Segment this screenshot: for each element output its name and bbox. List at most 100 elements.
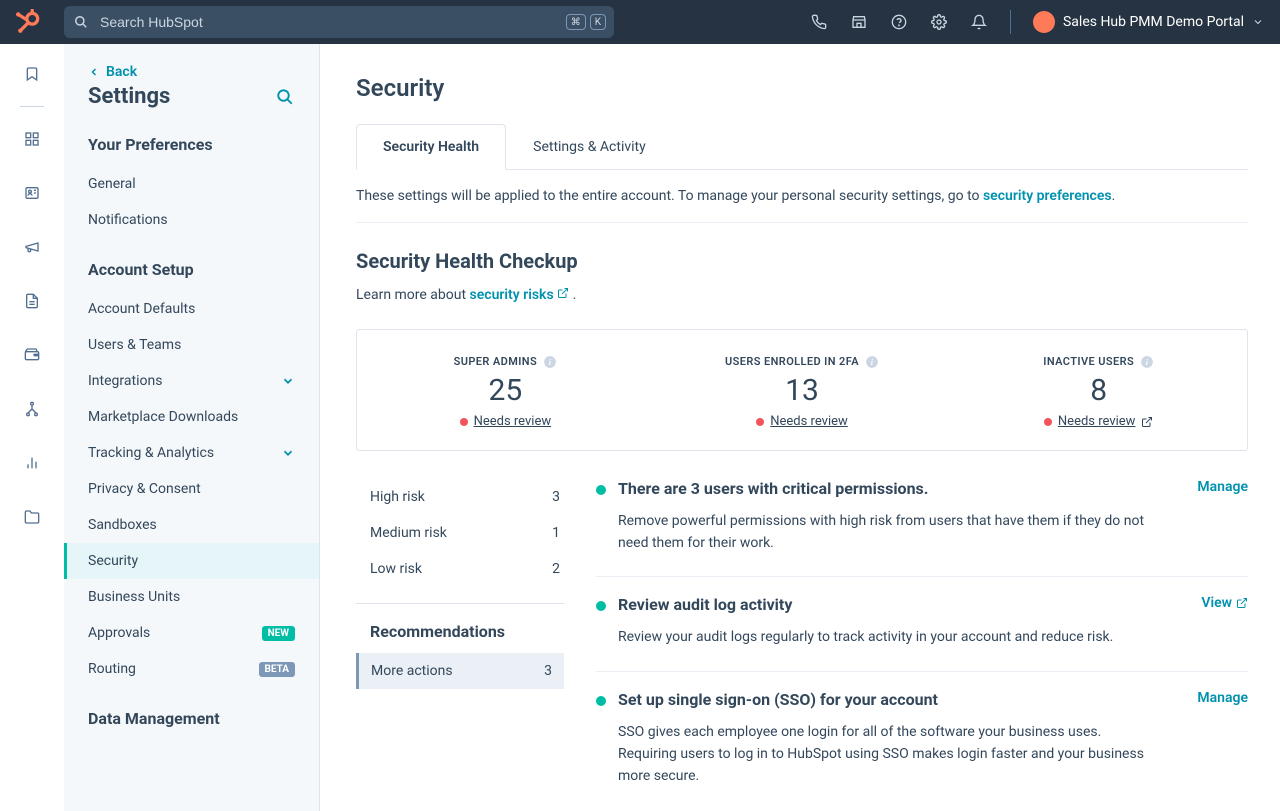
risk-medium[interactable]: Medium risk1 xyxy=(356,515,564,551)
info-icon[interactable]: i xyxy=(1140,355,1154,369)
warning-dot-icon xyxy=(756,418,764,426)
hubspot-logo[interactable] xyxy=(12,5,46,39)
issue-desc: SSO gives each employee one login for al… xyxy=(618,721,1158,788)
external-link-icon xyxy=(557,287,569,299)
chevron-down-icon xyxy=(281,374,295,388)
section-data-management: Data Management xyxy=(64,709,319,740)
manage-link[interactable]: Manage xyxy=(1197,479,1248,495)
checkup-title: Security Health Checkup xyxy=(356,249,1248,273)
settings-search-icon[interactable] xyxy=(275,87,295,107)
main-content: Security Security Health Settings & Acti… xyxy=(320,44,1280,811)
bell-icon[interactable] xyxy=(970,13,988,31)
contacts-icon[interactable] xyxy=(22,183,42,203)
issue-item: Review audit log activity View Review yo… xyxy=(596,595,1248,671)
account-name: Sales Hub PMM Demo Portal xyxy=(1063,14,1244,30)
nav-notifications[interactable]: Notifications xyxy=(64,202,319,238)
grid-icon[interactable] xyxy=(22,129,42,149)
stat-2fa: USERS ENROLLED IN 2FAi 13 Needs review xyxy=(654,350,951,430)
nav-general[interactable]: General xyxy=(64,166,319,202)
issue-item: Set up single sign-on (SSO) for your acc… xyxy=(596,690,1248,810)
megaphone-icon[interactable] xyxy=(22,237,42,257)
issue-desc: Remove powerful permissions with high ri… xyxy=(618,510,1158,555)
gear-icon[interactable] xyxy=(930,13,948,31)
account-switcher[interactable]: Sales Hub PMM Demo Portal xyxy=(1033,11,1264,33)
nav-marketplace-downloads[interactable]: Marketplace Downloads xyxy=(64,399,319,435)
nav-privacy-consent[interactable]: Privacy & Consent xyxy=(64,471,319,507)
nav-sandboxes[interactable]: Sandboxes xyxy=(64,507,319,543)
issue-desc: Review your audit logs regularly to trac… xyxy=(618,626,1158,648)
nav-approvals[interactable]: Approvals NEW xyxy=(64,615,319,651)
nav-routing[interactable]: Routing BETA xyxy=(64,651,319,687)
risk-column: High risk3 Medium risk1 Low risk2 Recomm… xyxy=(356,479,564,811)
nav-business-units[interactable]: Business Units xyxy=(64,579,319,615)
nav-tracking-analytics[interactable]: Tracking & Analytics xyxy=(64,435,319,471)
tab-security-health[interactable]: Security Health xyxy=(356,124,506,170)
section-preferences: Your Preferences xyxy=(64,135,319,166)
badge-beta: BETA xyxy=(259,662,296,677)
badge-new: NEW xyxy=(262,626,295,641)
info-icon[interactable]: i xyxy=(543,355,557,369)
recommendations-label: Recommendations xyxy=(356,622,564,641)
stat-value: 8 xyxy=(950,373,1247,408)
external-link-icon xyxy=(1141,416,1153,428)
nav-integrations[interactable]: Integrations xyxy=(64,363,319,399)
stat-inactive: INACTIVE USERSi 8 Needs review xyxy=(950,350,1247,430)
divider xyxy=(356,603,564,604)
tree-icon[interactable] xyxy=(22,399,42,419)
search-input[interactable] xyxy=(64,6,614,38)
info-icon[interactable]: i xyxy=(865,355,879,369)
more-actions[interactable]: More actions3 xyxy=(356,653,564,689)
manage-link[interactable]: Manage xyxy=(1197,690,1248,706)
security-preferences-link[interactable]: security preferences xyxy=(983,188,1112,204)
folder-icon[interactable] xyxy=(22,507,42,527)
status-dot-icon xyxy=(596,601,606,611)
avatar xyxy=(1033,11,1055,33)
needs-review-link[interactable]: Needs review xyxy=(474,414,552,429)
settings-title: Settings xyxy=(88,84,170,109)
left-rail xyxy=(0,44,64,811)
back-label: Back xyxy=(106,64,137,80)
bookmark-icon[interactable] xyxy=(22,64,42,84)
tab-settings-activity[interactable]: Settings & Activity xyxy=(506,124,673,169)
stat-value: 13 xyxy=(654,373,951,408)
chevron-down-icon xyxy=(1252,16,1264,28)
help-icon[interactable] xyxy=(890,13,908,31)
document-icon[interactable] xyxy=(22,291,42,311)
risk-low[interactable]: Low risk2 xyxy=(356,551,564,587)
issue-title: Set up single sign-on (SSO) for your acc… xyxy=(618,690,938,709)
rail-divider xyxy=(20,106,44,107)
issue-title: Review audit log activity xyxy=(618,595,792,614)
search-icon xyxy=(74,15,88,29)
risk-high[interactable]: High risk3 xyxy=(356,479,564,515)
learn-more: Learn more about security risks . xyxy=(356,287,1248,303)
nav-security[interactable]: Security xyxy=(64,543,319,579)
intro-text: These settings will be applied to the en… xyxy=(356,170,1248,223)
kbd-k: K xyxy=(590,14,606,30)
topbar-divider xyxy=(1010,10,1011,34)
tabs: Security Health Settings & Activity xyxy=(356,124,1248,170)
back-link[interactable]: Back xyxy=(64,64,319,84)
issue-item: There are 3 users with critical permissi… xyxy=(596,479,1248,578)
phone-icon[interactable] xyxy=(810,13,828,31)
topbar-right: Sales Hub PMM Demo Portal xyxy=(810,10,1268,34)
chevron-left-icon xyxy=(88,66,100,78)
chevron-down-icon xyxy=(281,446,295,460)
kbd-cmd: ⌘ xyxy=(566,14,586,30)
nav-users-teams[interactable]: Users & Teams xyxy=(64,327,319,363)
status-dot-icon xyxy=(596,696,606,706)
nav-account-defaults[interactable]: Account Defaults xyxy=(64,291,319,327)
status-dot-icon xyxy=(596,485,606,495)
needs-review-link[interactable]: Needs review xyxy=(1058,414,1136,429)
wallet-icon[interactable] xyxy=(22,345,42,365)
search-shortcut: ⌘ K xyxy=(566,14,606,30)
chart-icon[interactable] xyxy=(22,453,42,473)
warning-dot-icon xyxy=(1044,418,1052,426)
view-link[interactable]: View xyxy=(1201,595,1248,611)
stat-value: 25 xyxy=(357,373,654,408)
warning-dot-icon xyxy=(460,418,468,426)
section-account: Account Setup xyxy=(64,260,319,291)
needs-review-link[interactable]: Needs review xyxy=(770,414,848,429)
security-risks-link[interactable]: security risks xyxy=(470,287,570,303)
page-title: Security xyxy=(356,74,1248,102)
marketplace-icon[interactable] xyxy=(850,13,868,31)
